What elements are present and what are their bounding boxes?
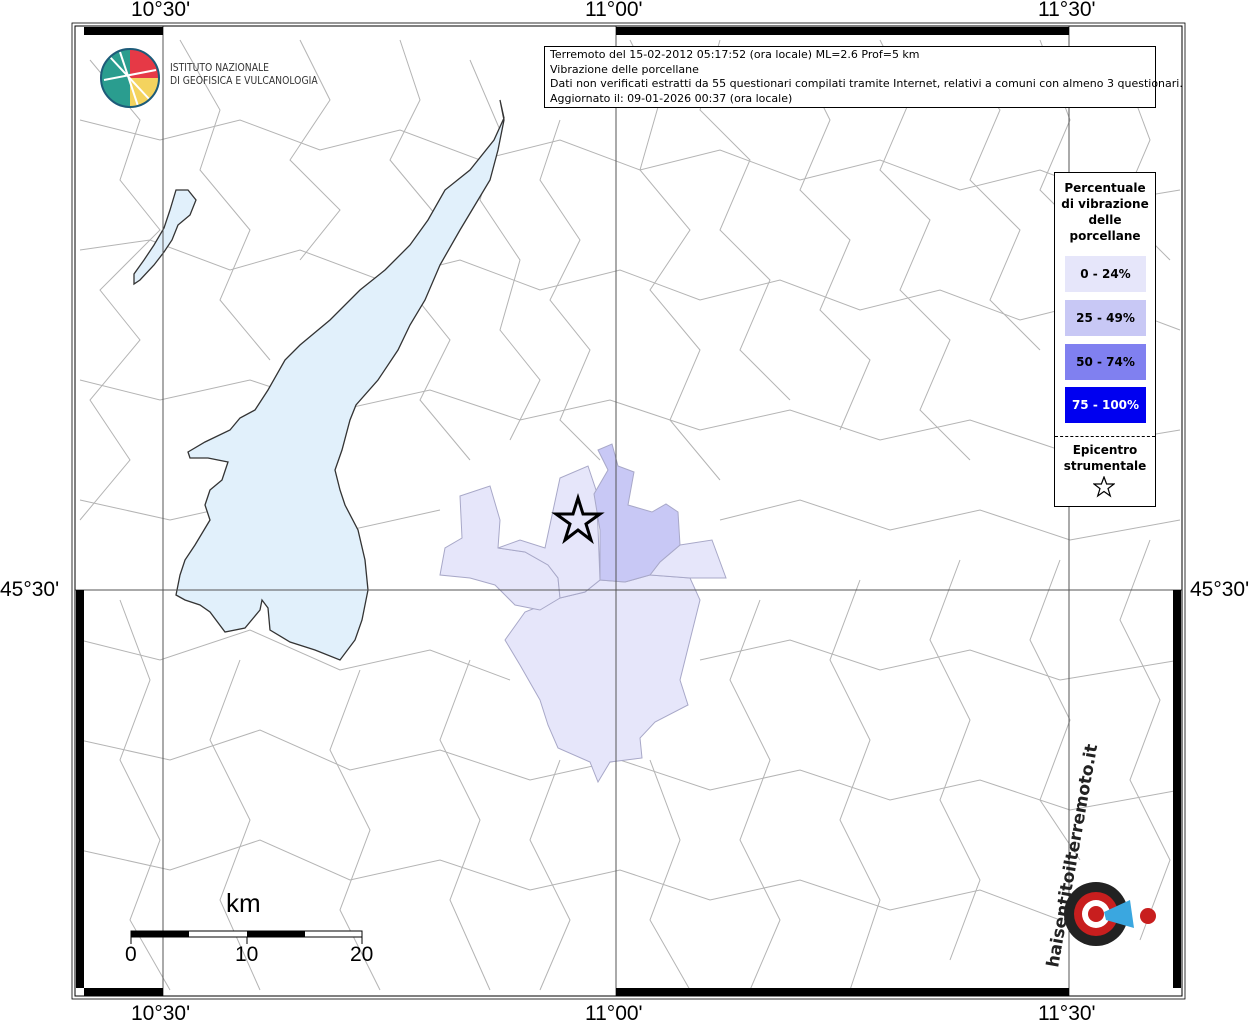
scale-tick-20: 20 — [350, 943, 374, 966]
legend-class-25-49: 25 - 49% — [1065, 300, 1146, 336]
event-title: Terremoto del 15-02-2012 05:17:52 (ora l… — [550, 48, 920, 61]
ingv-logo-text: ISTITUTO NAZIONALE DI GEOFISICA E VULCAN… — [170, 62, 318, 88]
map-subject: Vibrazione delle porcellane — [550, 62, 699, 76]
data-note: Dati non verificati estratti da 55 quest… — [550, 77, 1183, 91]
lon-label-bottom-1100: 11°00' — [585, 1002, 643, 1025]
lon-label-bottom-1030: 10°30' — [131, 1002, 191, 1025]
legend-epicenter-line: Epicentro — [1072, 443, 1138, 457]
scale-tick-10: 10 — [235, 943, 259, 966]
legend-class-0-24: 0 - 24% — [1065, 256, 1146, 292]
legend-epicenter-label: Epicentro strumentale — [1055, 442, 1155, 474]
lat-label-right: 45°30' — [1190, 578, 1250, 601]
logo-line-2: DI GEOFISICA E VULCANOLOGIA — [170, 75, 318, 87]
lat-label-left: 45°30' — [0, 578, 60, 601]
scale-unit-label: km — [226, 888, 261, 918]
legend: Percentuale di vibrazione delle porcella… — [1054, 172, 1156, 507]
legend-title-line: delle — [1088, 213, 1122, 227]
logo-line-1: ISTITUTO NAZIONALE — [170, 62, 270, 74]
event-info-box: Terremoto del 15-02-2012 05:17:52 (ora l… — [544, 46, 1183, 108]
lon-label-top-1100: 11°00' — [585, 0, 643, 21]
legend-title: Percentuale di vibrazione delle porcella… — [1055, 180, 1155, 244]
legend-title-line: porcellane — [1069, 229, 1141, 243]
ingv-logo-icon — [100, 48, 160, 108]
scale-tick-0: 0 — [125, 943, 137, 966]
lon-label-bottom-1130: 11°30' — [1038, 1002, 1096, 1025]
legend-title-line: di vibrazione — [1061, 197, 1149, 211]
legend-separator — [1055, 436, 1155, 437]
legend-class-75-100: 75 - 100% — [1065, 387, 1146, 423]
star-outline-icon — [1093, 476, 1115, 498]
seismic-felt-map: haisentitoilterremoto.it — [71, 22, 1186, 1000]
legend-epicenter-line: strumentale — [1063, 459, 1147, 473]
legend-class-50-74: 50 - 74% — [1065, 344, 1146, 380]
update-time: Aggiornato il: 09-01-2026 00:37 (ora loc… — [550, 91, 793, 105]
lon-label-top-1130: 11°30' — [1038, 0, 1096, 21]
legend-title-line: Percentuale — [1064, 181, 1146, 195]
lon-label-top-1030: 10°30' — [131, 0, 191, 21]
